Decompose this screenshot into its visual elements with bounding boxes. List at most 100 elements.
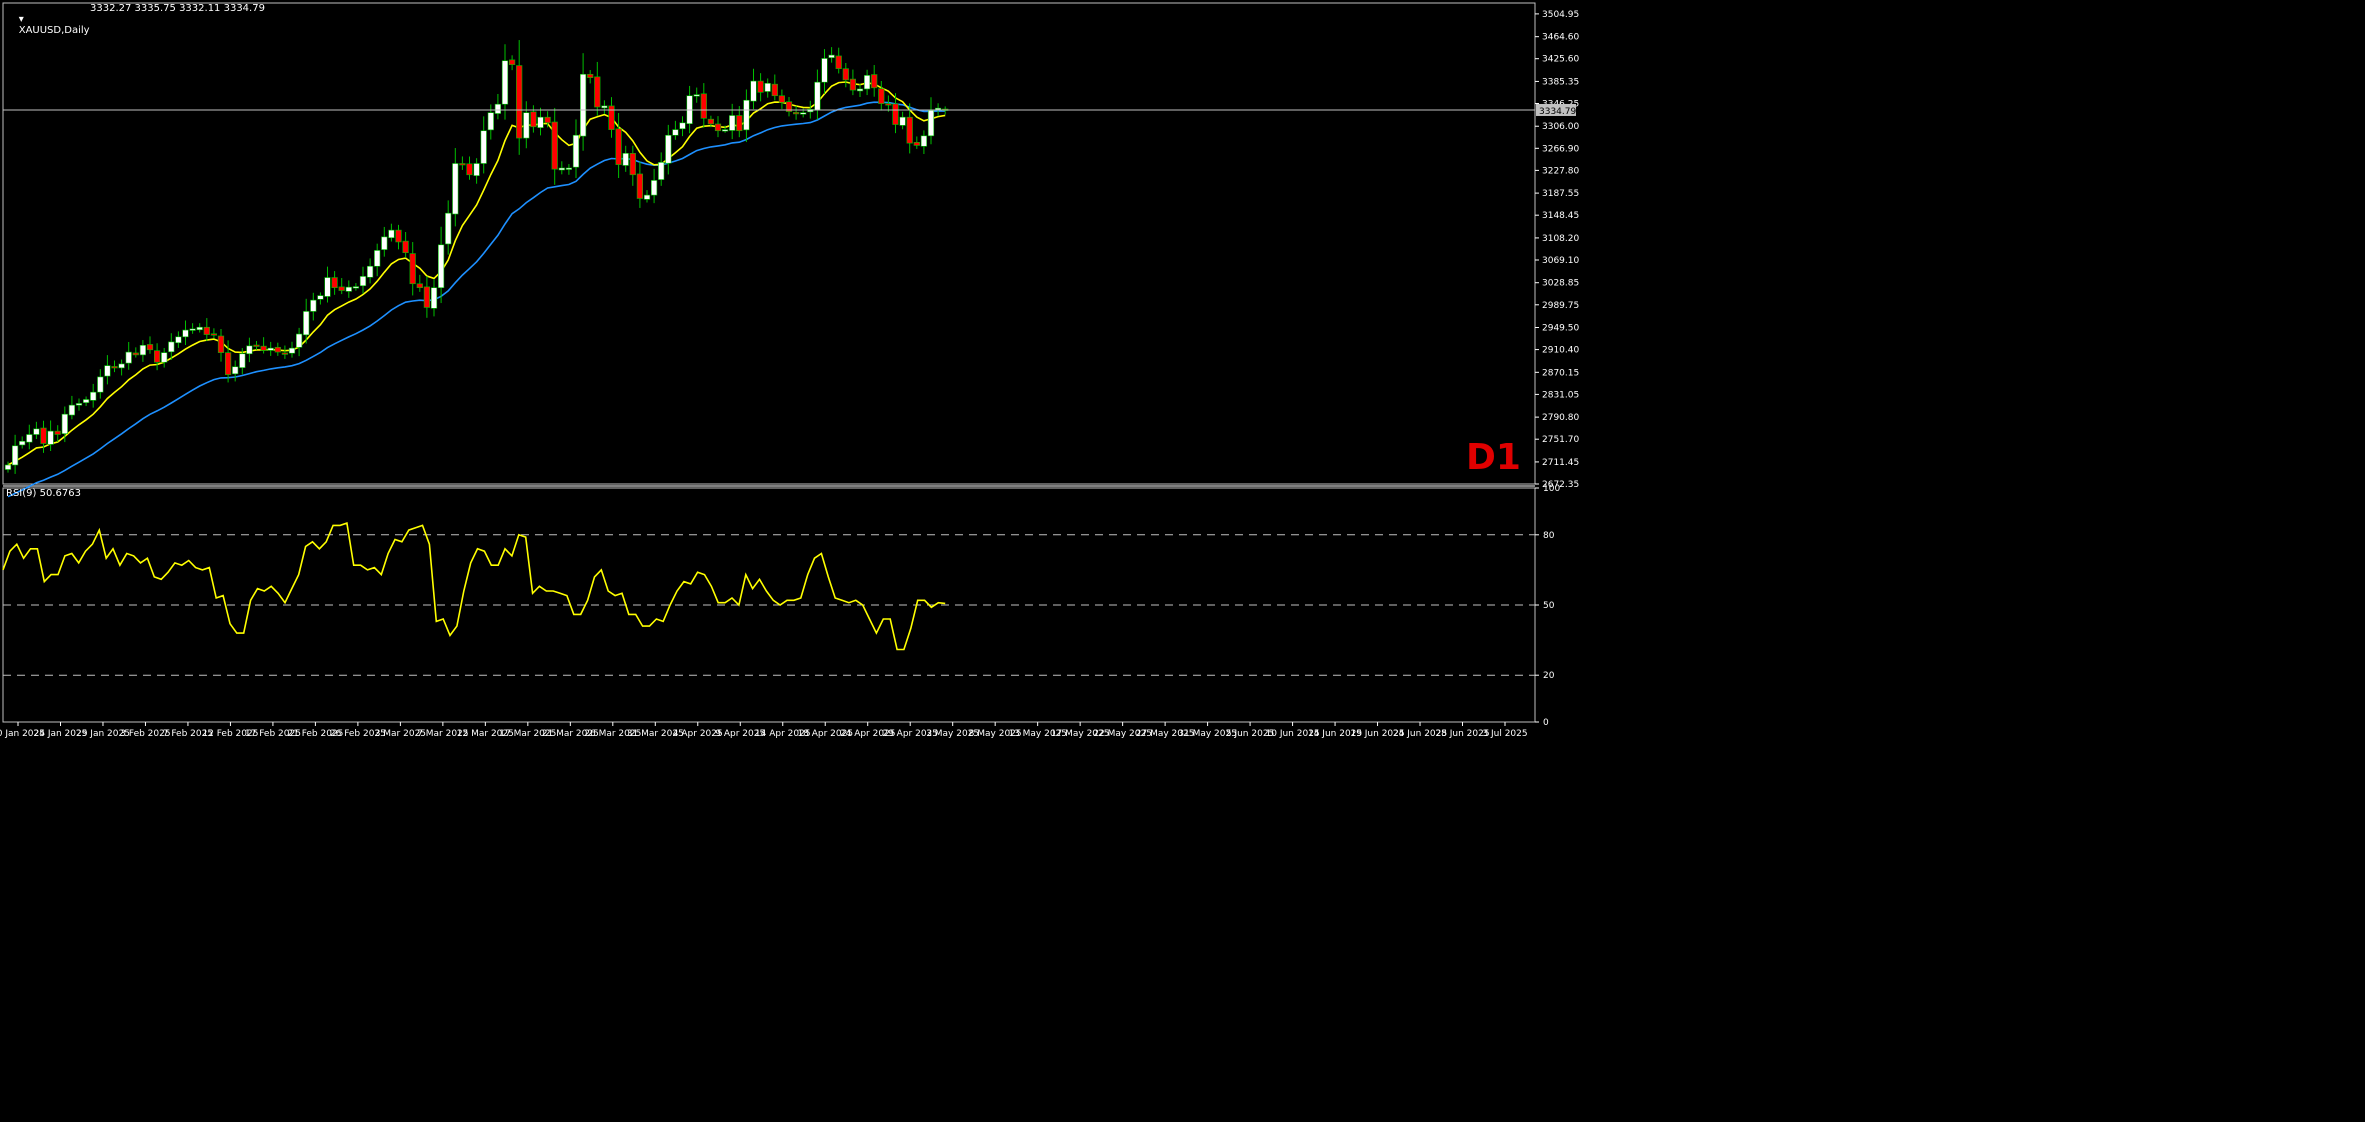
candle-body: [736, 115, 743, 132]
candle-body: [40, 427, 47, 444]
candle-body: [196, 326, 203, 331]
candle-body: [487, 112, 494, 131]
candle-body: [459, 163, 466, 166]
candle-body: [885, 103, 892, 106]
candle-body: [530, 111, 537, 128]
candle-body: [288, 347, 296, 354]
candle-body: [672, 129, 679, 136]
candle-body: [466, 163, 473, 176]
candle-body: [835, 55, 842, 69]
candle-body: [572, 134, 580, 168]
candle-body: [714, 123, 722, 132]
symbol-header[interactable]: ▾ XAUUSD,Daily: [6, 3, 90, 47]
candle-body: [863, 75, 871, 90]
candle-body: [182, 329, 189, 338]
candle-body: [920, 135, 927, 147]
price-tick-label: 3425.60: [1542, 55, 1579, 65]
candle-body: [324, 277, 331, 297]
candle-body: [800, 112, 807, 115]
candle-body: [892, 103, 899, 125]
candle-body: [430, 287, 438, 309]
symbol-title: XAUUSD,Daily: [18, 25, 90, 36]
candle-body: [310, 299, 317, 312]
candle-body: [750, 80, 757, 102]
candle-body: [61, 413, 68, 434]
candle-body: [416, 283, 423, 289]
price-tick-label: 2831.05: [1542, 390, 1579, 400]
rsi-tick-label: 80: [1543, 531, 1555, 541]
candle-body: [26, 434, 33, 443]
candle-body: [381, 236, 388, 250]
candle-body: [551, 121, 558, 170]
candle-body: [111, 366, 118, 369]
candle-body: [501, 60, 509, 105]
candle-body: [274, 346, 281, 353]
candle-body: [693, 94, 700, 97]
candle-body: [594, 76, 601, 108]
candle-body: [899, 116, 906, 126]
candle-body: [90, 391, 97, 401]
candle-body: [12, 445, 19, 466]
candle-body: [409, 253, 416, 285]
candle-body: [267, 347, 274, 351]
ohlc-values: 3332.27 3335.75 3332.11 3334.79: [90, 3, 265, 14]
candle-body: [544, 116, 551, 124]
candle-body: [97, 376, 104, 393]
current-price-label: 3334.79: [1539, 107, 1576, 117]
candle-body: [83, 399, 90, 403]
candle-body: [814, 81, 821, 111]
candle-body: [565, 167, 572, 170]
candle-body: [842, 68, 849, 81]
collapse-triangle-icon[interactable]: ▾: [19, 14, 24, 25]
candle-body: [75, 403, 83, 406]
rsi-tick-label: 0: [1543, 718, 1549, 728]
candle-body: [331, 277, 338, 289]
candle-body: [721, 129, 729, 132]
candle-body: [54, 430, 61, 435]
candle-body: [374, 250, 381, 267]
candle-body: [352, 286, 360, 289]
price-tick-label: 2870.15: [1542, 368, 1579, 378]
price-tick-label: 2790.80: [1542, 413, 1579, 423]
candle-body: [118, 363, 125, 369]
candle-body: [579, 73, 587, 137]
candle-body: [927, 110, 935, 137]
chart-canvas[interactable]: 3504.953464.603425.603385.353346.253306.…: [0, 0, 2365, 1118]
candle-body: [665, 134, 672, 164]
candle-body: [47, 430, 54, 445]
candle-body: [913, 142, 920, 146]
candle-body: [68, 404, 75, 416]
candle-body: [537, 116, 544, 128]
price-tick-label: 2989.75: [1542, 301, 1579, 311]
candle-body: [508, 59, 516, 65]
candle-body: [4, 464, 12, 470]
candle-body: [295, 333, 303, 348]
candle-body: [480, 130, 487, 164]
candle-body: [658, 162, 665, 180]
candle-body: [388, 229, 395, 239]
candle-body: [821, 58, 828, 83]
candle-body: [452, 163, 459, 215]
candle-body: [154, 350, 161, 363]
price-tick-label: 3266.90: [1542, 144, 1579, 154]
rsi-tick-label: 20: [1543, 671, 1555, 681]
candle-body: [395, 229, 402, 243]
price-tick-label: 3028.85: [1542, 279, 1579, 289]
candle-body: [146, 344, 154, 351]
candle-body: [778, 95, 785, 103]
candle-body: [437, 244, 445, 289]
candle-body: [601, 105, 608, 109]
candle-body: [338, 286, 345, 291]
candle-body: [359, 276, 367, 287]
candle-body: [104, 365, 111, 377]
candle-body: [615, 128, 622, 165]
candle-body: [828, 54, 835, 58]
price-tick-label: 3069.10: [1542, 256, 1579, 266]
candle-body: [303, 311, 310, 336]
candle-body: [629, 153, 636, 176]
chart-window[interactable]: 3504.953464.603425.603385.353346.253306.…: [0, 0, 2365, 1118]
candle-body: [764, 83, 771, 92]
candle-body: [161, 352, 168, 363]
candle-body: [445, 212, 452, 245]
candle-body: [139, 345, 147, 356]
